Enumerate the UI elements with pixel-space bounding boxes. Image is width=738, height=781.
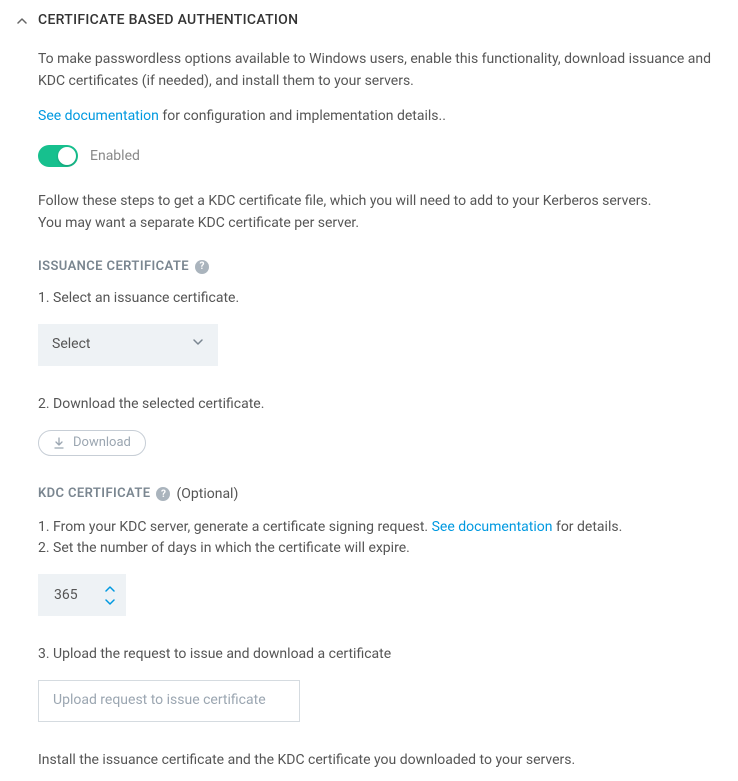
issuance-heading: ISSUANCE CERTIFICATE (38, 257, 189, 277)
select-label: Select (52, 334, 90, 355)
section-title: CERTIFICATE BASED AUTHENTICATION (38, 10, 298, 31)
documentation-link[interactable]: See documentation (38, 108, 159, 124)
issuance-step2: 2. Download the selected certificate. (38, 394, 722, 416)
kdc-heading-row: KDC CERTIFICATE ? (Optional) (38, 484, 722, 505)
kdc-heading: KDC CERTIFICATE (38, 484, 150, 504)
download-button[interactable]: Download (38, 430, 146, 456)
kdc-step3: 3. Upload the request to issue and downl… (38, 644, 722, 666)
chevron-up-icon (16, 15, 28, 27)
enable-toggle[interactable] (38, 145, 78, 167)
chevron-down-icon (192, 334, 204, 355)
expiry-days-input[interactable]: 365 (38, 574, 126, 616)
help-icon[interactable]: ? (195, 260, 209, 274)
upload-request-field[interactable]: Upload request to issue certificate (38, 680, 300, 722)
number-spinner (104, 574, 116, 616)
toggle-label: Enabled (90, 146, 140, 167)
intro-text: To make passwordless options available t… (38, 49, 722, 92)
upload-placeholder: Upload request to issue certificate (53, 690, 266, 711)
steps-intro-line1: Follow these steps to get a KDC certific… (38, 191, 722, 213)
issuance-heading-row: ISSUANCE CERTIFICATE ? (38, 257, 722, 277)
spinner-up[interactable] (104, 584, 116, 594)
steps-intro: Follow these steps to get a KDC certific… (38, 191, 722, 234)
doc-row: See documentation for configuration and … (38, 106, 722, 127)
optional-label: (Optional) (176, 484, 238, 505)
kdc-step1-suffix: for details. (552, 519, 622, 535)
enable-toggle-row: Enabled (38, 145, 722, 167)
toggle-knob (58, 147, 76, 165)
expiry-days-value: 365 (38, 585, 78, 606)
kdc-doc-link[interactable]: See documentation (432, 519, 553, 535)
steps-intro-line2: You may want a separate KDC certificate … (38, 213, 722, 235)
doc-suffix: for configuration and implementation det… (159, 108, 446, 124)
section-header[interactable]: CERTIFICATE BASED AUTHENTICATION (16, 10, 722, 31)
download-icon (53, 437, 65, 449)
kdc-step2: 2. Set the number of days in which the c… (38, 540, 410, 556)
footer-text: Install the issuance certificate and the… (38, 750, 722, 771)
kdc-steps-1-2: 1. From your KDC server, generate a cert… (38, 517, 722, 560)
kdc-step1-prefix: 1. From your KDC server, generate a cert… (38, 519, 432, 535)
help-icon[interactable]: ? (156, 487, 170, 501)
issuance-step1: 1. Select an issuance certificate. (38, 288, 722, 310)
issuance-select[interactable]: Select (38, 324, 218, 366)
spinner-down[interactable] (104, 597, 116, 607)
download-label: Download (73, 433, 131, 453)
